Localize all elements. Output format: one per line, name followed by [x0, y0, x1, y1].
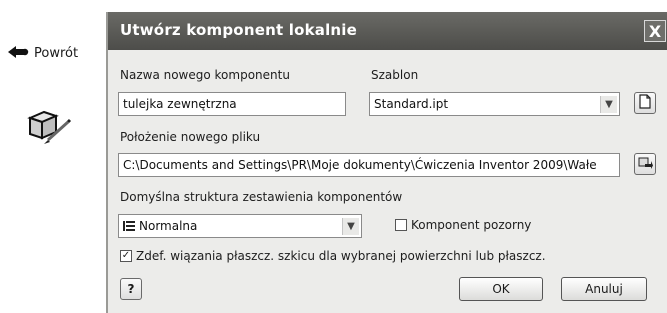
virtual-component-label: Komponent pozorny: [411, 218, 532, 232]
file-location-input[interactable]: C:\Documents and Settings\PR\Moje dokume…: [118, 153, 620, 177]
virtual-component-checkbox[interactable]: [395, 219, 407, 231]
chevron-down-icon: ▼: [600, 96, 617, 113]
template-value: Standard.ipt: [374, 97, 449, 111]
ok-label: OK: [492, 282, 510, 296]
sketch-constraint-checkbox[interactable]: ✓: [120, 250, 132, 262]
component-name-input[interactable]: tulejka zewnętrzna: [118, 92, 346, 116]
back-arrow-icon: [8, 45, 30, 61]
virtual-component-option[interactable]: Komponent pozorny: [395, 218, 531, 232]
cancel-button[interactable]: Anuluj: [561, 277, 647, 301]
bom-structure-icon: [123, 220, 135, 232]
bom-structure-value: Normalna: [139, 219, 198, 233]
template-select[interactable]: Standard.ipt ▼: [369, 92, 620, 116]
name-label: Nazwa nowego komponentu: [120, 68, 290, 82]
chevron-down-icon: ▼: [342, 218, 359, 235]
component-name-value: tulejka zewnętrzna: [123, 97, 237, 111]
close-icon: X: [648, 21, 662, 41]
cancel-label: Anuluj: [585, 282, 623, 296]
close-button[interactable]: X: [644, 20, 666, 42]
bom-structure-select[interactable]: Normalna ▼: [118, 214, 362, 238]
back-button[interactable]: Powrót: [8, 42, 96, 64]
sketch-constraint-label: Zdef. wiązania płaszcz. szkicu dla wybra…: [136, 249, 546, 263]
create-component-dialog: Utwórz komponent lokalnie X Nazwa nowego…: [106, 12, 667, 313]
location-label: Położenie nowego pliku: [120, 130, 261, 144]
help-button[interactable]: ?: [120, 278, 142, 300]
back-label: Powrót: [34, 45, 79, 61]
help-icon: ?: [127, 282, 135, 296]
sketch-constraint-option[interactable]: ✓ Zdef. wiązania płaszcz. szkicu dla wyb…: [120, 249, 546, 263]
browse-folder-icon: [638, 156, 653, 173]
ok-button[interactable]: OK: [459, 277, 543, 301]
browse-location-button[interactable]: [634, 153, 656, 175]
new-template-button[interactable]: [634, 92, 656, 114]
dialog-titlebar[interactable]: Utwórz komponent lokalnie X: [108, 12, 667, 50]
new-document-icon: [639, 94, 651, 112]
template-label: Szablon: [371, 68, 419, 82]
bom-structure-label: Domyślna struktura zestawienia komponent…: [120, 190, 403, 204]
create-component-icon[interactable]: [26, 102, 72, 148]
file-location-value: C:\Documents and Settings\PR\Moje dokume…: [123, 158, 597, 172]
dialog-title: Utwórz komponent lokalnie: [120, 21, 358, 39]
